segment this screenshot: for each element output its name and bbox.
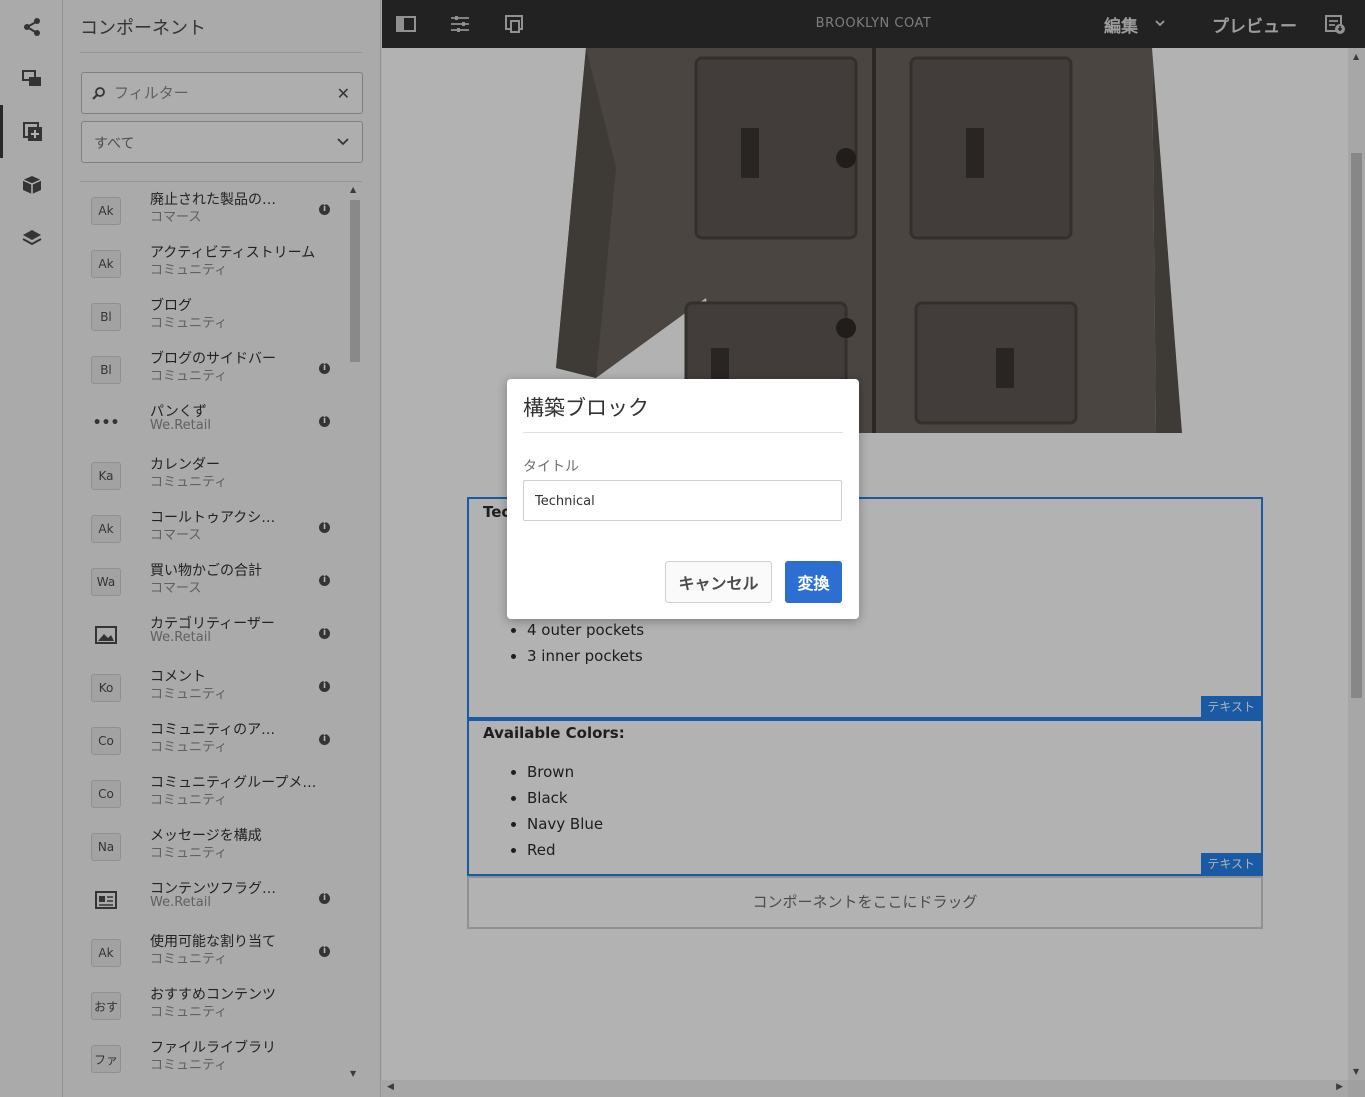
- title-field[interactable]: [523, 480, 842, 521]
- divider: [523, 432, 843, 433]
- dialog-title: 構築ブロック: [523, 396, 649, 420]
- building-block-dialog: 構築ブロック タイトル キャンセル 変換: [507, 379, 859, 619]
- title-input[interactable]: [535, 491, 825, 511]
- cancel-button[interactable]: キャンセル: [665, 561, 772, 603]
- title-field-label: タイトル: [523, 459, 579, 475]
- convert-button[interactable]: 変換: [785, 561, 842, 603]
